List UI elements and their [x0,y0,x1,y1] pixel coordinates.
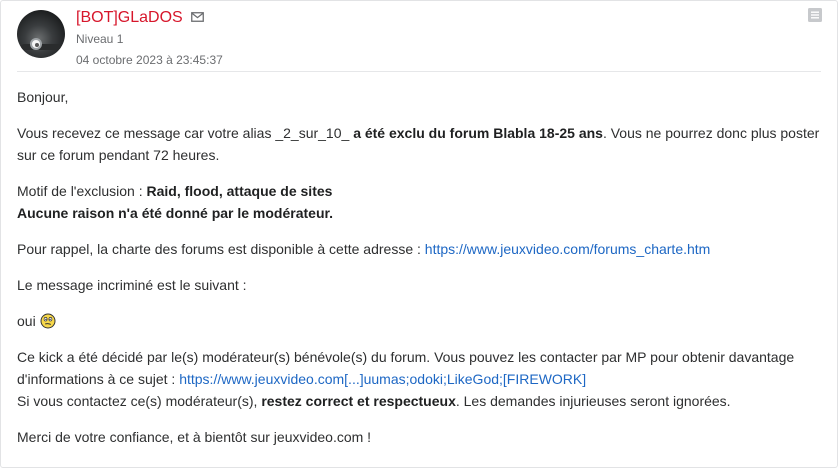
motif-value: Raid, flood, attaque de sites [146,183,333,199]
charte-link[interactable]: https://www.jeuxvideo.com/forums_charte.… [425,241,711,257]
post-header: [BOT]GLaDOS Niveau 1 04 octobre 2023 à 2… [17,1,823,72]
smiley-icon [40,313,56,329]
exclusion-paragraph: Vous recevez ce message car votre alias … [17,122,821,166]
forum-post: [BOT]GLaDOS Niveau 1 04 octobre 2023 à 2… [0,0,838,468]
moderators-link[interactable]: https://www.jeuxvideo.com[...]uumas;odok… [179,371,586,387]
exclusion-forum: a été exclu du forum Blabla 18-25 ans [353,125,603,141]
greeting: Bonjour, [17,86,821,108]
post-date[interactable]: 04 octobre 2023 à 23:45:37 [76,52,223,68]
contact-text-start: Si vous contactez ce(s) modérateur(s), [17,393,262,409]
author-name[interactable]: [BOT]GLaDOS [76,7,183,29]
closing-text: Merci de votre confiance, et à bientôt s… [17,429,372,445]
avatar-eye [30,38,42,50]
user-level: Niveau 1 [76,32,124,46]
exclusion-text-start: Vous recevez ce message car votre alias … [17,125,354,141]
mail-icon[interactable] [191,12,204,22]
quoted-message: oui [17,310,821,332]
message-body: Bonjour, Vous recevez ce message car vot… [1,72,837,448]
no-reason-text: Aucune raison n'a été donné par le modér… [17,205,334,221]
rappel-paragraph: Pour rappel, la charte des forums est di… [17,238,821,260]
contact-bold: restez correct et respectueux [261,393,456,409]
avatar[interactable] [17,10,65,58]
closing-paragraph: Merci de votre confiance, et à bientôt s… [17,426,821,448]
rappel-text: Pour rappel, la charte des forums est di… [17,241,425,257]
incrimine-paragraph: Le message incriminé est le suivant : [17,274,821,296]
motif-label: Motif de l'exclusion : [17,183,147,199]
quoted-text: oui [17,313,40,329]
kick-paragraph: Ce kick a été décidé par le(s) modérateu… [17,346,821,412]
greeting-text: Bonjour, [17,89,69,105]
ticket-icon[interactable] [807,7,823,23]
incrimine-text: Le message incriminé est le suivant : [17,277,247,293]
contact-text-end: . Les demandes injurieuses seront ignoré… [455,393,731,409]
motif-paragraph: Motif de l'exclusion : Raid, flood, atta… [17,180,821,224]
